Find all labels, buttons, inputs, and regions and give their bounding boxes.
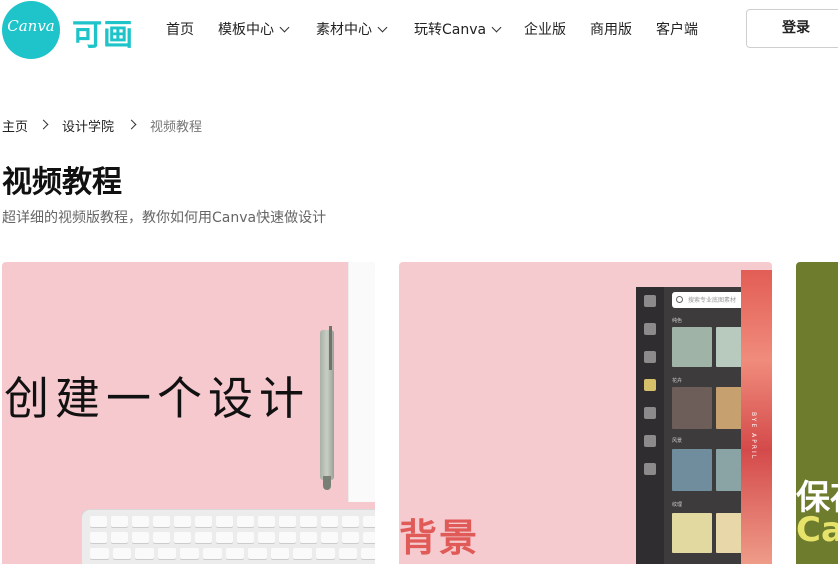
keyboard-image xyxy=(82,510,375,564)
breadcrumb-design-school[interactable]: 设计学院 xyxy=(62,116,114,135)
nav-item-label: 玩转Canva xyxy=(414,22,487,38)
bg-thumbnail xyxy=(672,513,712,553)
chevron-down-icon xyxy=(491,22,502,33)
logo-text: Canva xyxy=(7,17,55,35)
video-card-create-design[interactable]: 创建一个设计 xyxy=(2,262,375,564)
background-icon xyxy=(644,379,656,391)
folder-icon xyxy=(644,435,656,447)
breadcrumb-home[interactable]: 主页 xyxy=(2,116,28,135)
nav-item-enterprise[interactable]: 企业版 xyxy=(524,19,566,39)
upload-icon xyxy=(644,407,656,419)
panel-section-label: 纯色 xyxy=(672,318,683,324)
nav-item-home[interactable]: 首页 xyxy=(166,19,194,39)
bg-thumbnail xyxy=(672,449,712,491)
nav-item-label: 企业版 xyxy=(524,22,566,38)
canva-logo[interactable]: Canva xyxy=(2,1,60,59)
panel-section-label: 纹理 xyxy=(672,502,683,508)
nav-item-label: 模板中心 xyxy=(218,22,274,38)
nav-item-label: 素材中心 xyxy=(316,22,372,38)
nav-item-materials[interactable]: 素材中心 xyxy=(316,19,388,39)
nav-item-label: 商用版 xyxy=(590,22,632,38)
notebook-image xyxy=(348,262,375,502)
login-button[interactable]: 登录 xyxy=(746,9,838,48)
vertical-text: BYE APRIL xyxy=(750,412,757,461)
keyboard-row xyxy=(90,532,375,543)
template-icon xyxy=(644,295,656,307)
editor-sidebar xyxy=(636,287,664,564)
logo-cn-text[interactable]: 可画 xyxy=(72,10,134,54)
nav-item-learn-canva[interactable]: 玩转Canva xyxy=(414,19,502,39)
chevron-down-icon xyxy=(279,22,290,33)
page-subtitle: 超详细的视频版教程，教你如何用Canva快速做设计 xyxy=(2,210,327,226)
bg-thumbnail xyxy=(672,327,712,367)
video-card-save[interactable]: 保存 Ca xyxy=(796,262,838,564)
pen-clip xyxy=(329,326,332,370)
top-header: Canva 可画 首页 模板中心 素材中心 玩转Canva 企业版 商用版 客户… xyxy=(0,0,838,59)
pen-tip xyxy=(323,476,331,490)
card-thumbnail-text: 创建一个设计 xyxy=(4,372,311,425)
panel-section-label: 花卉 xyxy=(672,378,683,384)
chevron-right-icon xyxy=(38,119,49,130)
nav-item-commercial[interactable]: 商用版 xyxy=(590,19,632,39)
nav-item-templates[interactable]: 模板中心 xyxy=(218,19,290,39)
panel-search-placeholder: 搜索专业底图素材 xyxy=(688,297,737,304)
bg-thumbnail xyxy=(672,387,712,429)
keyboard-row xyxy=(90,548,375,559)
card-thumbnail-text: Ca xyxy=(796,510,838,550)
search-icon xyxy=(676,296,683,303)
more-icon xyxy=(644,463,656,475)
chevron-right-icon xyxy=(126,119,137,130)
keyboard-row xyxy=(90,516,375,527)
element-icon xyxy=(644,323,656,335)
card-thumbnail-text: 背景 xyxy=(399,516,480,560)
panel-section-label: 风景 xyxy=(672,438,683,444)
video-card-background[interactable]: 搜索专业底图素材 纯色 花卉 风景 纹理 BYE APRIL 背景 xyxy=(399,262,772,564)
nav-item-client[interactable]: 客户端 xyxy=(656,19,698,39)
breadcrumb-current: 视频教程 xyxy=(150,120,203,135)
nav-item-label: 客户端 xyxy=(656,22,698,38)
chevron-down-icon xyxy=(377,22,388,33)
nav-item-label: 首页 xyxy=(166,22,194,38)
text-icon xyxy=(644,351,656,363)
page-title: 视频教程 xyxy=(2,165,122,200)
